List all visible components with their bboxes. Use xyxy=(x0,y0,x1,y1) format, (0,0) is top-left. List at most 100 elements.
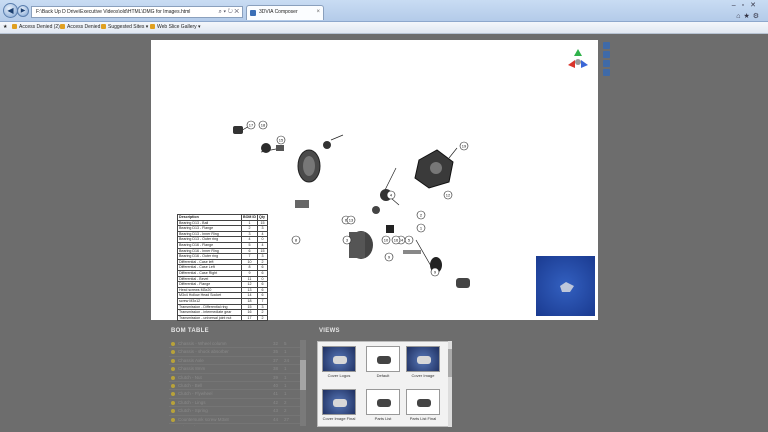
scrollbar-thumb[interactable] xyxy=(448,349,452,377)
part-bullet-icon xyxy=(171,409,175,414)
view-part-icon xyxy=(377,356,391,364)
forward-button[interactable]: ▶ xyxy=(17,5,29,17)
part-coupler[interactable] xyxy=(456,278,470,288)
callout-9-a[interactable]: 9 xyxy=(384,252,394,262)
bom-row: Transmission - universal joint nut 17 2 xyxy=(177,314,268,322)
callout-19[interactable]: 19 xyxy=(459,141,469,151)
favorite-item-3[interactable]: Web Slice Gallery ▾ xyxy=(150,22,201,33)
bom-list-item[interactable]: Clutch - Bell 40 1 xyxy=(169,382,306,391)
orientation-triad-icon[interactable] xyxy=(567,48,589,70)
bom-item-qty: 1 xyxy=(284,382,287,388)
favorites-star-icon[interactable]: ★ xyxy=(3,22,7,33)
bom-list-item[interactable]: Chassis 8mm 38 1 xyxy=(169,365,306,374)
favorite-item-2[interactable]: Suggested Sites ▾ xyxy=(101,22,148,33)
callout-10[interactable]: 10 xyxy=(381,235,391,245)
callout-17[interactable]: 17 xyxy=(246,120,256,130)
part-bullet-icon xyxy=(171,383,175,388)
callout-12[interactable]: 12 xyxy=(443,190,453,200)
callout-13[interactable]: 13 xyxy=(346,215,356,225)
address-tools[interactable]: ⌕ ▾ ↻ ✕ xyxy=(218,7,239,17)
bom-list-item[interactable]: Clutch - Nut 39 1 xyxy=(169,374,306,382)
part-bullet-icon xyxy=(171,342,175,346)
callout-4[interactable]: 4 xyxy=(386,190,396,200)
callout-5[interactable]: 5 xyxy=(404,235,414,245)
page-icon xyxy=(12,24,17,29)
back-button[interactable]: ◀ xyxy=(3,3,18,18)
view-image[interactable] xyxy=(366,389,400,415)
view-label: Default xyxy=(376,373,390,378)
callout-18[interactable]: 18 xyxy=(258,120,268,130)
bom-item-qty: 2 xyxy=(284,408,287,414)
callout-8[interactable]: 8 xyxy=(291,235,301,245)
view-part-icon xyxy=(377,399,391,407)
view-image[interactable] xyxy=(406,346,440,372)
reset-view-icon[interactable] xyxy=(603,60,610,67)
callout-1[interactable]: 1 xyxy=(416,223,426,233)
bom-list-item[interactable]: Chassis - Wheel column 32 5 xyxy=(169,340,306,349)
view-thumbnail[interactable]: Parts List xyxy=(366,389,400,421)
bom-list-item[interactable]: Clutch - Spring 43 2 xyxy=(169,407,306,416)
viewer-side-toolbar xyxy=(603,42,613,78)
favorite-item-0[interactable]: Access Denied (2) xyxy=(12,22,60,33)
address-bar[interactable]: F:\Back Up D Drive\Executive Videos\old\… xyxy=(31,6,243,18)
page-icon xyxy=(101,24,106,29)
part-bevel-pinion[interactable] xyxy=(372,206,380,214)
favorite-item-1[interactable]: Access Denied xyxy=(60,22,100,33)
bom-list-item[interactable]: Drive adapter 45 1 xyxy=(169,424,306,426)
part-pin[interactable] xyxy=(276,145,284,151)
view-thumbnail[interactable]: Default xyxy=(366,346,400,378)
view-label: Parts List Final xyxy=(409,416,437,421)
3d-preview-thumbnail[interactable] xyxy=(536,256,595,316)
part-small-gear[interactable] xyxy=(323,141,331,149)
view-thumbnail[interactable]: Parts List Final xyxy=(406,389,440,421)
scrollbar-thumb[interactable] xyxy=(300,360,306,390)
view-image[interactable] xyxy=(322,346,356,372)
part-nut[interactable] xyxy=(386,225,394,233)
settings-icon[interactable] xyxy=(603,69,610,76)
view-thumbnail[interactable]: Cover Image Final xyxy=(322,389,356,421)
part-case-body xyxy=(349,232,365,258)
bom-item-label: Countersunk screw M3x8 xyxy=(178,416,229,422)
view-image[interactable] xyxy=(322,389,356,415)
bom-cell-qty: 2 xyxy=(256,314,268,322)
callout-3[interactable]: 3 xyxy=(342,235,352,245)
callout-9-b[interactable]: 9 xyxy=(430,267,440,277)
tab-close-icon[interactable]: × xyxy=(316,6,320,19)
window-controls[interactable]: –▫✕ xyxy=(732,1,762,9)
part-screw[interactable] xyxy=(403,250,421,254)
bom-item-label: Clutch - Nut xyxy=(178,374,202,380)
callout-2[interactable]: 2 xyxy=(416,210,426,220)
view-label: Cover Image Final xyxy=(322,416,356,421)
bom-list-item[interactable]: Clutch - Lings 42 2 xyxy=(169,399,306,408)
bom-item-id: 43 xyxy=(273,408,279,414)
part-bearing[interactable] xyxy=(233,126,243,134)
callout-16[interactable]: 16 xyxy=(391,235,401,245)
part-washer[interactable] xyxy=(261,143,271,153)
bom-list-item[interactable]: Chassis Axle 37 24 xyxy=(169,357,306,366)
views-panel-scrollbar[interactable] xyxy=(448,341,452,427)
bom-list-item[interactable]: Countersunk screw M3x8 44 27 xyxy=(169,416,306,424)
toolbar-icons[interactable]: ⌂★⚙ xyxy=(736,12,762,20)
view-image[interactable] xyxy=(406,389,440,415)
view-part-icon xyxy=(417,399,431,407)
bom-item-label: Chassis - Wheel column xyxy=(178,341,227,346)
3d-viewer[interactable]: 19 17 18 15 12 8 6 2 5 1 14 4 3 13 10 16… xyxy=(151,40,598,322)
callout-15[interactable]: 15 xyxy=(276,135,286,145)
bom-list-item[interactable]: Clutch - Flywheel 41 1 xyxy=(169,390,306,399)
view-thumbnail[interactable]: Cover Logos xyxy=(322,346,356,378)
bom-item-id: 32 xyxy=(273,341,279,346)
zoom-icon[interactable] xyxy=(603,51,610,58)
part-shaft[interactable] xyxy=(295,200,309,208)
view-thumbnail[interactable]: Cover Image xyxy=(406,346,440,378)
view-image[interactable] xyxy=(366,346,400,372)
bom-list-item[interactable]: Chassis - shock absorber 35 1 xyxy=(169,348,306,357)
view-label: Parts List xyxy=(374,416,392,421)
bom-panel-scrollbar[interactable] xyxy=(300,340,306,426)
bom-panel-list[interactable]: Chassis - Wheel column 32 5 Chassis - shock… xyxy=(169,340,306,426)
tab-3dvia-composer[interactable]: 3DVIA Composer × xyxy=(246,5,324,20)
bom-item-qty: 2 xyxy=(284,399,287,405)
bom-item-qty: 1 xyxy=(284,349,287,355)
print-icon[interactable] xyxy=(603,42,610,49)
bom-panel-title: BOM TABLE xyxy=(171,328,209,334)
bom-item-id: 35 xyxy=(273,349,279,355)
